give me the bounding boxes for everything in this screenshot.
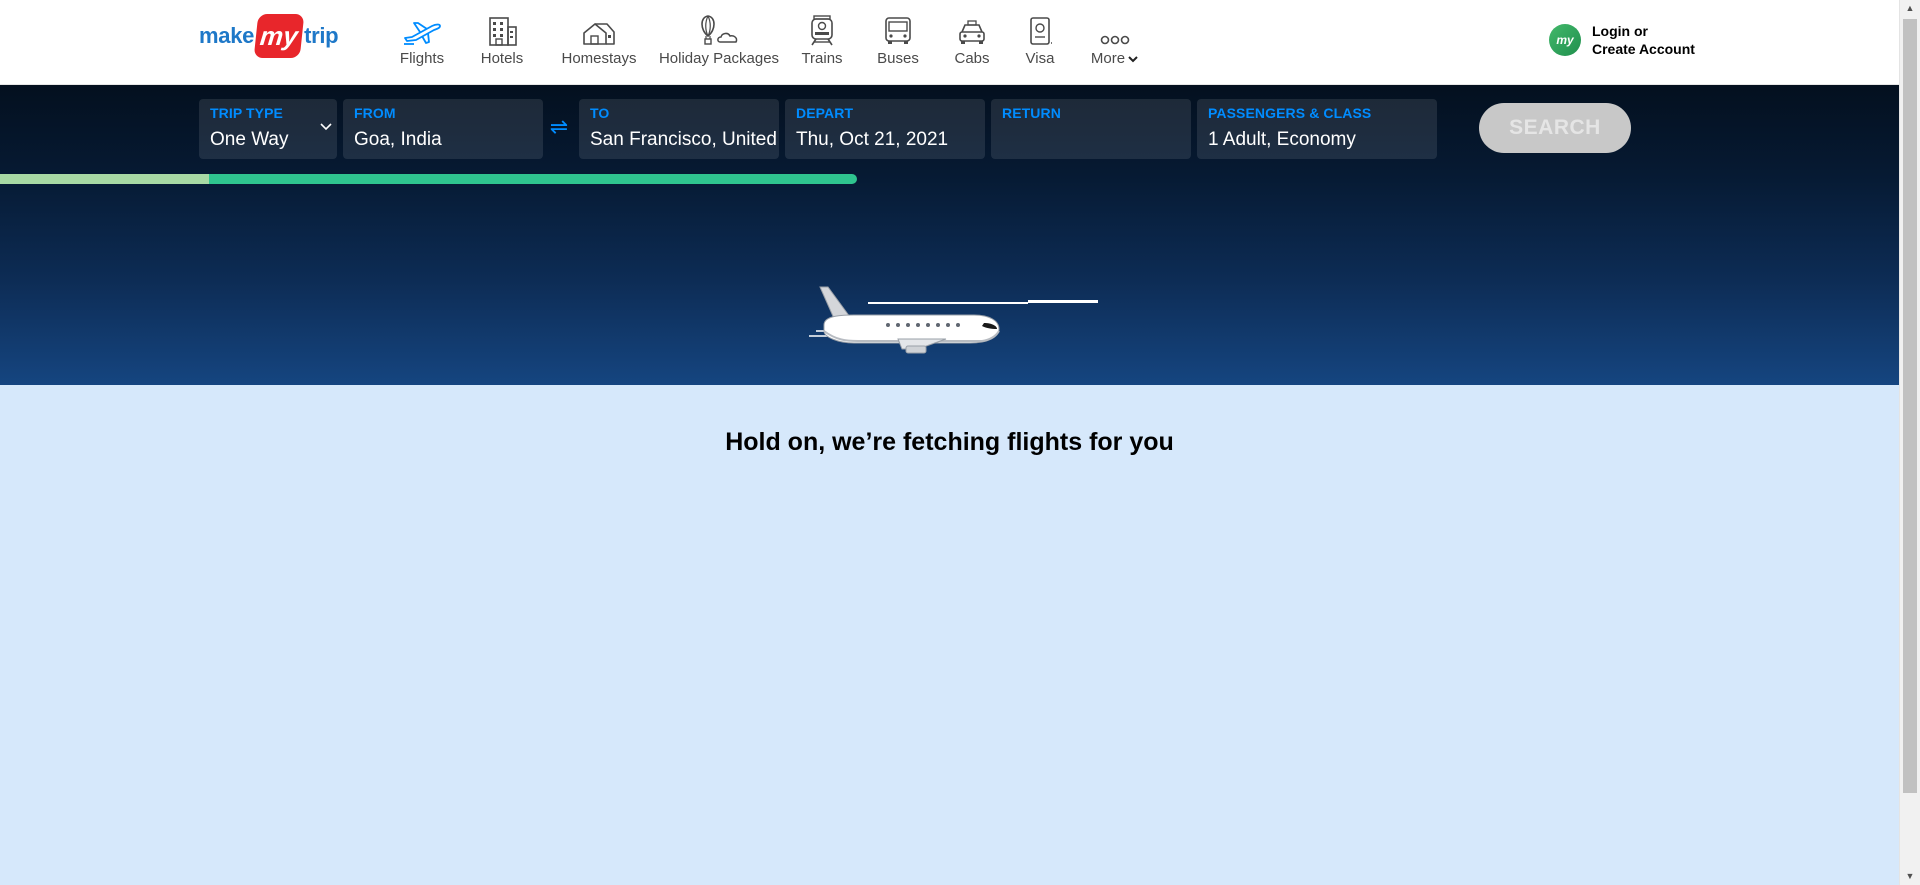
loading-progress-bar (0, 174, 857, 184)
trip-type-value: One Way (210, 129, 289, 150)
scroll-up-icon[interactable]: ▲ (1900, 0, 1920, 17)
avatar: my (1549, 24, 1581, 56)
nav-label: Buses (877, 50, 919, 67)
nav-label: Trains (801, 50, 843, 67)
passengers-class-label: PASSENGERS & CLASS (1208, 105, 1372, 121)
passengers-class-field[interactable]: PASSENGERS & CLASS 1 Adult, Economy (1197, 99, 1437, 159)
more-dots-icon (1100, 35, 1130, 45)
chevron-down-icon (1128, 55, 1138, 62)
nav-label: Hotels (480, 50, 524, 67)
from-label: FROM (354, 105, 396, 121)
search-widget-band: TRIP TYPE One Way FROM Goa, India ⇌ TO S… (0, 85, 1899, 385)
top-header: make my trip Flights Hotels Homestays Ho… (0, 0, 1899, 85)
chevron-down-icon (319, 119, 333, 135)
nav-label: Cabs (954, 50, 990, 67)
nav-item-trains[interactable]: Trains (800, 12, 844, 72)
scroll-down-icon[interactable]: ▼ (1900, 868, 1920, 885)
nav-item-hotels[interactable]: Hotels (480, 12, 524, 72)
airplane-icon (404, 22, 441, 45)
from-value: Goa, India (354, 129, 442, 150)
train-icon (811, 15, 833, 46)
fetching-flights-message: Hold on, we’re fetching flights for you (725, 428, 1174, 456)
trip-type-field[interactable]: TRIP TYPE One Way (199, 99, 337, 159)
nav-label: Holiday Packages (658, 50, 780, 67)
swap-cities-icon[interactable]: ⇌ (549, 115, 569, 139)
to-value: San Francisco, United States (590, 129, 779, 150)
passengers-class-value: 1 Adult, Economy (1208, 129, 1356, 150)
flying-airplane-illustration (809, 286, 1098, 354)
search-button[interactable]: SEARCH (1479, 103, 1631, 153)
nav-label: Flights (399, 50, 445, 67)
nav-item-visa[interactable]: Visa (1018, 12, 1062, 72)
logo-my-badge: my (253, 14, 305, 58)
page-scrollbar[interactable]: ▲ ▼ (1899, 0, 1920, 885)
nav-label: Homestays (561, 50, 637, 67)
logo-make-text: make (199, 23, 255, 48)
house-icon (583, 23, 615, 45)
scrollbar-thumb[interactable] (1903, 19, 1917, 793)
nav-item-flights[interactable]: Flights (398, 12, 446, 72)
return-label: RETURN (1002, 105, 1061, 121)
passport-icon (1030, 17, 1052, 45)
to-field[interactable]: TO San Francisco, United States (579, 99, 779, 159)
bus-icon (885, 17, 911, 44)
nav-item-more[interactable]: More (1088, 12, 1142, 72)
nav-item-homestays[interactable]: Homestays (561, 12, 637, 72)
car-icon (959, 20, 985, 44)
building-icon (489, 17, 517, 46)
progress-completed-segment (0, 174, 210, 184)
depart-label: DEPART (796, 105, 854, 121)
nav-item-buses[interactable]: Buses (876, 12, 920, 72)
depart-value: Thu, Oct 21, 2021 (796, 129, 949, 150)
login-create-account[interactable]: my Login or Create Account (1549, 22, 1695, 58)
from-field[interactable]: FROM Goa, India (343, 99, 543, 159)
nav-item-cabs[interactable]: Cabs (950, 12, 994, 72)
to-label: TO (590, 105, 610, 121)
login-text: Login or (1592, 23, 1648, 39)
nav-label: More (1090, 50, 1126, 67)
return-field[interactable]: RETURN (991, 99, 1191, 159)
hot-air-balloon-icon (701, 15, 738, 45)
nav-more-label: More (1091, 50, 1139, 67)
makemytrip-logo[interactable]: make my trip (199, 14, 339, 58)
depart-field[interactable]: DEPART Thu, Oct 21, 2021 (785, 99, 985, 159)
nav-label: Visa (1025, 50, 1055, 67)
account-text: Login or Create Account (1592, 22, 1695, 58)
trip-type-label: TRIP TYPE (210, 105, 283, 121)
nav-item-holiday-packages[interactable]: Holiday Packages (658, 12, 780, 72)
logo-trip-text: trip (304, 23, 339, 48)
create-account-text: Create Account (1592, 41, 1695, 57)
